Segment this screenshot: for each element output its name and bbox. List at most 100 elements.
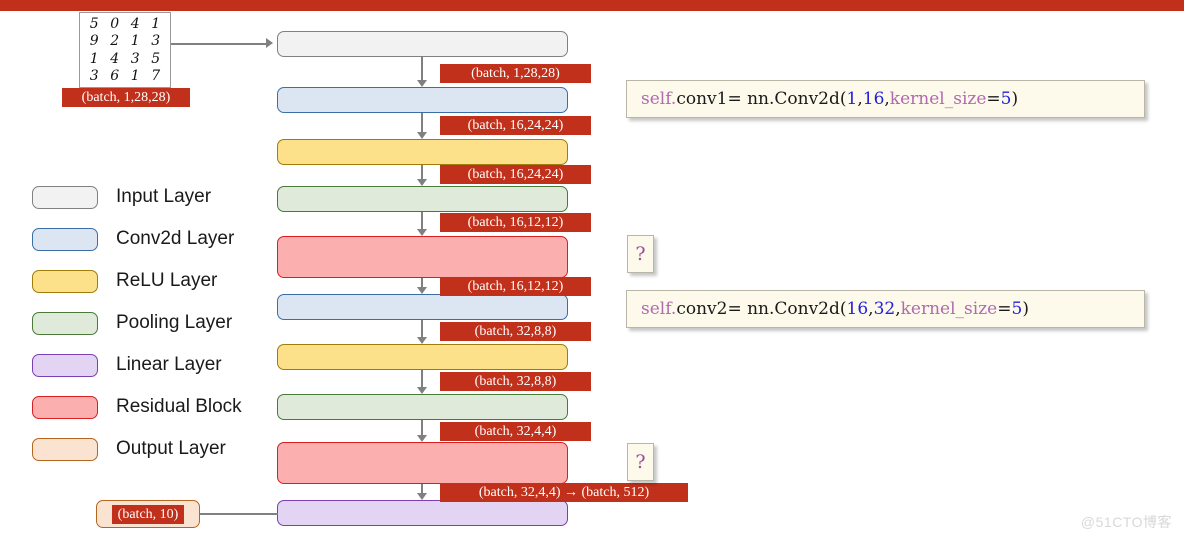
flow-arrow-line [421, 165, 423, 179]
legend-item-pooling-layer[interactable]: Pooling Layer [32, 302, 242, 344]
question-card-residual-1[interactable]: ? [627, 235, 654, 273]
legend-item-conv2d-layer[interactable]: Conv2d Layer [32, 218, 242, 260]
pipeline-block-conv2d-2[interactable] [277, 294, 568, 320]
mnist-input-shape-label: (batch, 1,28,28) [62, 88, 190, 107]
mnist-digit: 3 [130, 50, 140, 67]
legend-item-input-layer[interactable]: Input Layer [32, 176, 242, 218]
legend-label: Pooling Layer [116, 312, 233, 333]
flow-arrow-line [421, 420, 423, 435]
legend-swatch-icon [32, 227, 98, 251]
flow-arrow-head [417, 387, 427, 394]
mnist-row: 1 4 3 5 [84, 52, 166, 66]
code-assign-token: = nn.Conv2d( [727, 299, 847, 319]
pipeline-block-pooling-2[interactable] [277, 394, 568, 420]
mnist-row: 3 6 1 7 [84, 69, 166, 83]
tensor-shape-label: (batch, 32,8,8) [440, 372, 591, 391]
code-arg1-token: 1 [846, 89, 858, 109]
flow-arrow-line [421, 113, 423, 132]
tensor-shape-label: (batch, 16,24,24) [440, 116, 591, 135]
code-callout-conv2[interactable]: self. conv2 = nn.Conv2d( 16 , 32 , kerne… [626, 290, 1145, 328]
pipeline-block-relu-1[interactable] [277, 139, 568, 165]
code-equals-token: = [997, 299, 1012, 319]
code-arg3-token: 5 [1000, 89, 1012, 109]
mnist-digit: 1 [130, 68, 140, 85]
flow-arrow-line [421, 57, 423, 80]
watermark: @51CTO博客 [1080, 514, 1172, 530]
flow-arrow-line [421, 320, 423, 337]
legend-label: ReLU Layer [116, 270, 218, 291]
pipeline-block-conv2d-1[interactable] [277, 87, 568, 113]
flow-arrow-head [417, 287, 427, 294]
mnist-row: 5 0 4 1 [84, 17, 166, 31]
output-layer-box[interactable]: (batch, 10) [96, 500, 200, 528]
mnist-sample-grid: 5 0 4 1 9 2 1 3 1 4 3 5 3 6 1 7 [79, 12, 171, 88]
mnist-row: 9 2 1 3 [84, 34, 166, 48]
tensor-shape-label: (batch, 16,12,12) [440, 213, 591, 232]
legend-item-output-layer[interactable]: Output Layer [32, 428, 242, 470]
question-mark-icon: ? [635, 451, 646, 473]
code-self-token: self. [641, 89, 677, 109]
diagram-canvas: 5 0 4 1 9 2 1 3 1 4 3 5 3 6 1 7 (batch, … [0, 0, 1184, 540]
code-equals-token: = [986, 89, 1001, 109]
flow-arrow-head [417, 132, 427, 139]
legend: Input Layer Conv2d Layer ReLU Layer Pool… [32, 176, 242, 470]
legend-label: Input Layer [116, 186, 212, 207]
pipeline-block-linear-layer[interactable] [277, 500, 568, 526]
legend-label: Output Layer [116, 438, 226, 459]
legend-item-relu-layer[interactable]: ReLU Layer [32, 260, 242, 302]
code-close-token: ) [1022, 299, 1029, 319]
mnist-digit: 4 [130, 15, 140, 32]
mnist-digit: 1 [151, 15, 161, 32]
code-attr-token: conv2 [676, 299, 728, 319]
mnist-digit: 5 [151, 50, 161, 67]
code-kwarg-token: kernel_size [900, 299, 998, 319]
flow-arrow-head [417, 493, 427, 500]
tensor-shape-label: (batch, 16,12,12) [440, 277, 591, 296]
tensor-shape-label: (batch, 32,4,4) [440, 422, 591, 441]
code-arg2-token: 32 [873, 299, 896, 319]
pipeline-block-residual-1[interactable] [277, 236, 568, 278]
legend-label: Linear Layer [116, 354, 222, 375]
pipeline-block-input-layer[interactable] [277, 31, 568, 57]
flow-arrow-line [421, 484, 423, 493]
mnist-digit: 5 [89, 15, 99, 32]
code-arg3-token: 5 [1011, 299, 1023, 319]
mnist-digit: 3 [89, 68, 99, 85]
flow-arrow-head [417, 337, 427, 344]
legend-label: Conv2d Layer [116, 228, 235, 249]
input-arrow-line [171, 43, 267, 45]
flow-arrow-head [417, 229, 427, 236]
output-shape-label: (batch, 10) [111, 504, 185, 524]
legend-swatch-icon [32, 437, 98, 461]
code-attr-token: conv1 [676, 89, 728, 109]
code-arg2-token: 16 [862, 89, 885, 109]
legend-label: Residual Block [116, 396, 242, 417]
pipeline-block-residual-2[interactable] [277, 442, 568, 484]
code-kwarg-token: kernel_size [889, 89, 987, 109]
mnist-digit: 3 [151, 33, 161, 50]
mnist-digit: 1 [130, 33, 140, 50]
tensor-shape-label: (batch, 1,28,28) [440, 64, 591, 83]
code-self-token: self. [641, 299, 677, 319]
pipeline-block-relu-2[interactable] [277, 344, 568, 370]
flow-arrow-line [421, 212, 423, 229]
flow-arrow-line [421, 370, 423, 387]
code-callout-conv1[interactable]: self. conv1 = nn.Conv2d( 1 , 16 , kernel… [626, 80, 1145, 118]
legend-item-residual-block[interactable]: Residual Block [32, 386, 242, 428]
flow-arrow-line [421, 278, 423, 287]
tensor-flatten-label: (batch, 32,4,4) → (batch, 512) [440, 483, 688, 502]
input-arrow-head [266, 38, 273, 48]
pipeline-block-pooling-1[interactable] [277, 186, 568, 212]
code-arg1-token: 16 [846, 299, 869, 319]
mnist-digit: 6 [110, 68, 120, 85]
legend-item-linear-layer[interactable]: Linear Layer [32, 344, 242, 386]
top-accent-bar [0, 0, 1184, 11]
question-card-residual-2[interactable]: ? [627, 443, 654, 481]
flow-arrow-head [417, 435, 427, 442]
mnist-digit: 7 [151, 68, 161, 85]
flow-arrow-head [417, 80, 427, 87]
flow-arrow-head [417, 179, 427, 186]
mnist-digit: 4 [110, 50, 120, 67]
mnist-digit: 1 [89, 50, 99, 67]
tensor-shape-label: (batch, 16,24,24) [440, 165, 591, 184]
